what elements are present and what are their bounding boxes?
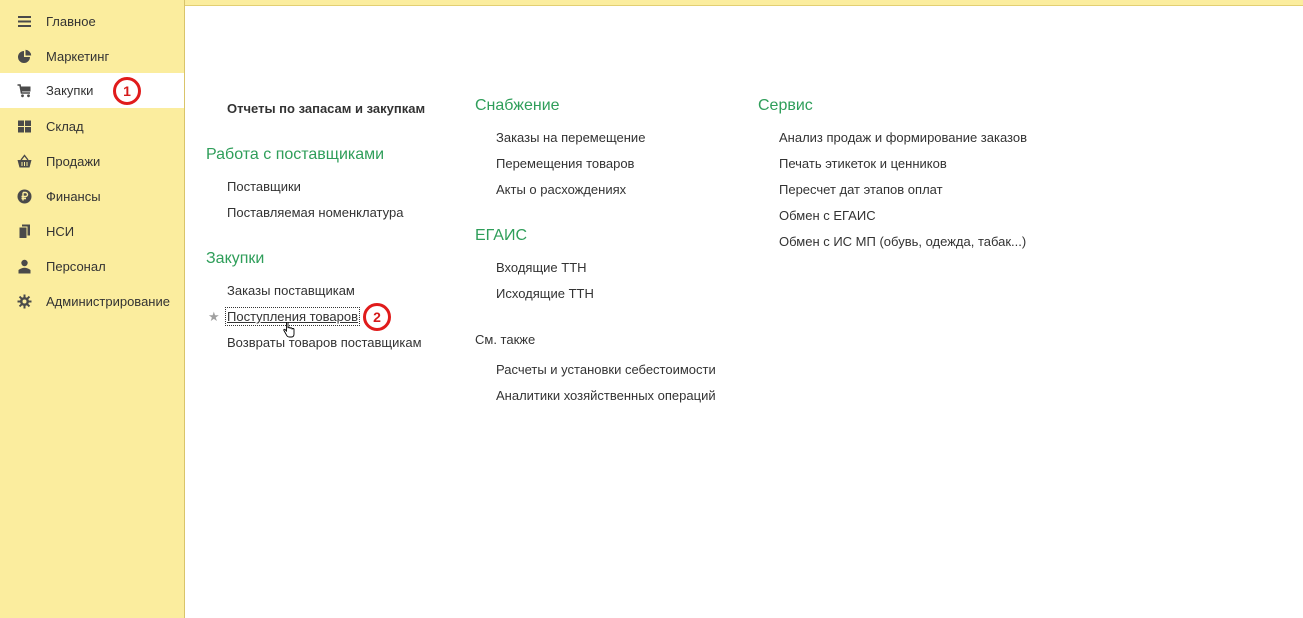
pie-chart-icon (18, 49, 32, 63)
section-title-purchases: Закупки (206, 250, 265, 267)
sidebar-item-personnel[interactable]: Персонал (0, 249, 184, 284)
sidebar-item-marketing[interactable]: Маркетинг (0, 39, 184, 74)
sidebar-item-warehouse[interactable]: Склад (0, 109, 184, 144)
menu-lines-icon (18, 16, 31, 27)
documents-icon (18, 224, 30, 239)
ruble-coin-icon (17, 189, 32, 204)
shopping-cart-icon (17, 84, 31, 98)
link-payment-dates-recalc[interactable]: Пересчет дат этапов оплат (779, 182, 943, 197)
link-sales-analysis[interactable]: Анализ продаж и формирование заказов (779, 130, 1027, 145)
link-suppliers[interactable]: Поставщики (227, 179, 301, 194)
sidebar-item-label: Продажи (46, 154, 101, 169)
callout-marker-2: 2 (363, 303, 391, 331)
basket-icon (17, 154, 32, 168)
link-supplied-nomenclature[interactable]: Поставляемая номенклатура (227, 205, 403, 220)
link-supplier-returns[interactable]: Возвраты товаров поставщикам (227, 335, 422, 350)
sidebar-item-label: Главное (46, 14, 96, 29)
sidebar-item-label: НСИ (46, 224, 75, 239)
sidebar-item-label: Финансы (46, 189, 101, 204)
link-supplier-orders[interactable]: Заказы поставщикам (227, 283, 355, 298)
sidebar-item-sales[interactable]: Продажи (0, 144, 184, 179)
sidebar-item-label: Персонал (46, 259, 106, 274)
warehouse-grid-icon (18, 120, 31, 133)
section-title-suppliers: Работа с поставщиками (206, 146, 385, 163)
link-cost-calculations[interactable]: Расчеты и установки себестоимости (496, 362, 716, 377)
section-title-service: Сервис (758, 97, 813, 114)
see-also-title: См. также (475, 332, 536, 347)
link-discrepancy-acts[interactable]: Акты о расхождениях (496, 182, 626, 197)
link-stock-purchase-reports[interactable]: Отчеты по запасам и закупкам (227, 101, 425, 116)
sidebar-item-label: Маркетинг (46, 49, 110, 64)
section-title-egais: ЕГАИС (475, 227, 527, 244)
sidebar-item-main[interactable]: Главное (0, 4, 184, 39)
sidebar: Главное Маркетинг Закупки Склад Продажи … (0, 0, 185, 618)
link-is-mp-exchange[interactable]: Обмен с ИС МП (обувь, одежда, табак...) (779, 234, 1026, 249)
sidebar-item-label: Администрирование (46, 294, 170, 309)
section-panel: Отчеты по запасам и закупкам Работа с по… (185, 6, 1303, 618)
sidebar-item-purchases[interactable]: Закупки (0, 73, 184, 108)
link-transfer-orders[interactable]: Заказы на перемещение (496, 130, 645, 145)
sidebar-item-administration[interactable]: Администрирование (0, 284, 184, 319)
link-outgoing-ttn[interactable]: Исходящие ТТН (496, 286, 594, 301)
link-print-labels[interactable]: Печать этикеток и ценников (779, 156, 947, 171)
sidebar-item-nsi[interactable]: НСИ (0, 214, 184, 249)
link-business-analytics[interactable]: Аналитики хозяйственных операций (496, 388, 716, 403)
link-egais-exchange[interactable]: Обмен с ЕГАИС (779, 208, 876, 223)
hand-cursor-icon (283, 322, 295, 338)
sidebar-item-label: Склад (46, 119, 84, 134)
callout-marker-1: 1 (113, 77, 141, 105)
section-title-supply: Снабжение (475, 97, 560, 114)
star-favorite-icon[interactable]: ★ (208, 309, 220, 325)
link-goods-transfers[interactable]: Перемещения товаров (496, 156, 634, 171)
gear-icon (17, 294, 32, 309)
sidebar-item-finance[interactable]: Финансы (0, 179, 184, 214)
person-icon (18, 259, 31, 274)
link-incoming-ttn[interactable]: Входящие ТТН (496, 260, 587, 275)
sidebar-item-label: Закупки (46, 83, 94, 98)
